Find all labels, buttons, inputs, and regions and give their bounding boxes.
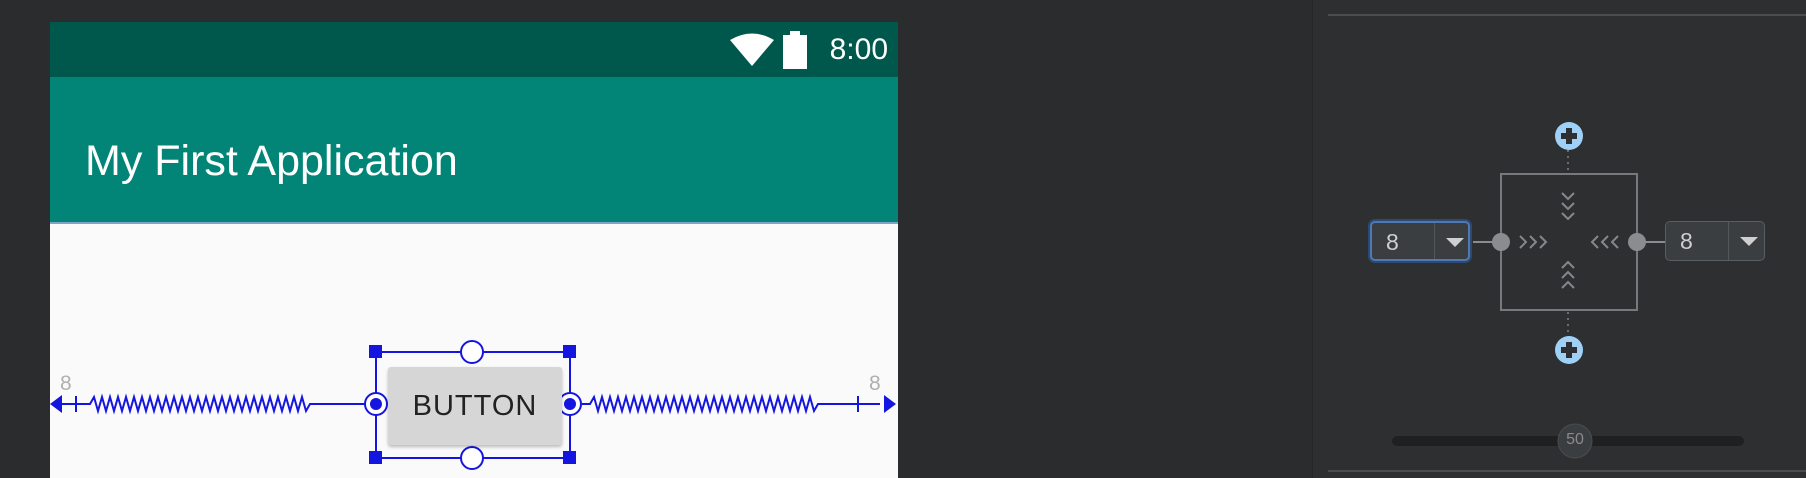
chevron-down-icon[interactable] bbox=[1740, 237, 1758, 246]
resize-handle[interactable] bbox=[369, 451, 382, 464]
dropdown-divider bbox=[1434, 223, 1435, 259]
selected-button-widget[interactable]: BUTTON bbox=[388, 367, 562, 445]
resize-handle[interactable] bbox=[369, 345, 382, 358]
right-margin-label: 8 bbox=[869, 372, 881, 395]
left-margin-dropdown[interactable]: 8 bbox=[1370, 221, 1470, 261]
right-constraint-dot[interactable] bbox=[1628, 233, 1646, 251]
left-anchor-dot bbox=[370, 398, 382, 410]
left-constraint-dot[interactable] bbox=[1492, 233, 1510, 251]
horizontal-size-chevrons-right bbox=[1590, 235, 1619, 249]
plus-icon[interactable] bbox=[1555, 122, 1583, 150]
constraint-widget-panel: 8 8 50 bbox=[1312, 0, 1806, 478]
divider bbox=[1328, 470, 1806, 472]
right-margin-dropdown[interactable]: 8 bbox=[1665, 221, 1765, 261]
right-anchor-arrow bbox=[884, 395, 896, 413]
vertical-size-chevrons-bottom bbox=[1561, 260, 1575, 289]
resize-handle[interactable] bbox=[563, 451, 576, 464]
resize-handle[interactable] bbox=[563, 345, 576, 358]
right-anchor-dot bbox=[564, 398, 576, 410]
right-margin-value[interactable]: 8 bbox=[1680, 228, 1693, 255]
left-margin-label: 8 bbox=[60, 372, 72, 395]
left-constraint-spring bbox=[60, 393, 367, 415]
design-canvas: 8:00 My First Application BUTTON 8 8 bbox=[0, 0, 1312, 478]
vertical-size-chevrons-top bbox=[1561, 192, 1575, 221]
constraint-box bbox=[1500, 173, 1638, 311]
plus-icon[interactable] bbox=[1555, 336, 1583, 364]
left-anchor-arrow bbox=[50, 395, 62, 413]
dropdown-divider bbox=[1728, 222, 1729, 260]
top-anchor[interactable] bbox=[460, 340, 484, 364]
bottom-anchor[interactable] bbox=[460, 446, 484, 470]
bias-value-label: 50 bbox=[1566, 431, 1584, 448]
left-margin-value[interactable]: 8 bbox=[1386, 229, 1399, 256]
constraint-overlay bbox=[50, 340, 896, 470]
right-constraint-spring bbox=[582, 393, 880, 415]
chevron-down-icon[interactable] bbox=[1446, 238, 1464, 247]
horizontal-size-chevrons-left bbox=[1519, 235, 1548, 249]
